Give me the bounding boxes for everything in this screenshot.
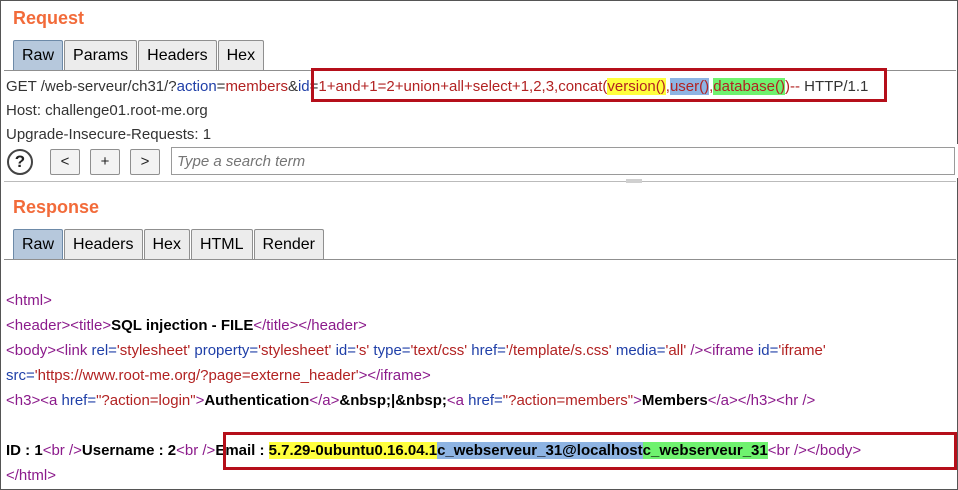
add-button[interactable]: + [90, 149, 120, 175]
html-attr: href= [61, 392, 97, 409]
splitter-grip-icon[interactable] [626, 179, 642, 183]
page-title-text: SQL injection - FILE [111, 317, 254, 334]
help-icon[interactable]: ? [7, 149, 33, 175]
html-value: 'text/css' [410, 342, 468, 359]
separator-text: &nbsp;|&nbsp; [339, 392, 447, 409]
request-tab-raw[interactable]: Raw [13, 40, 64, 70]
response-tabs: Raw Headers Hex HTML Render [13, 229, 325, 259]
response-title: Response [13, 197, 100, 217]
response-tab-hex[interactable]: Hex [143, 229, 190, 259]
response-tab-raw[interactable]: Raw [13, 229, 64, 259]
injection-highlight-box [311, 68, 887, 102]
username-text: Username : 2 [81, 442, 177, 459]
html-tag: </html> [6, 467, 57, 484]
html-attr: href= [467, 342, 506, 359]
auth-link-text: Authentication [204, 392, 310, 409]
request-title: Request [13, 8, 85, 28]
pane-splitter[interactable] [4, 181, 956, 182]
request-method: GET /web-serveur/ch31/? [6, 78, 177, 95]
response-line-2: <header><title>SQL injection - FILE</tit… [6, 313, 956, 338]
param-action-value: members [225, 78, 288, 95]
search-toolbar: ? < + > [1, 144, 958, 178]
search-input[interactable] [171, 147, 955, 175]
response-line-5: <h3><a href="?action=login">Authenticati… [6, 388, 956, 413]
request-tab-hex[interactable]: Hex [217, 40, 265, 70]
previous-button[interactable]: < [50, 149, 80, 175]
html-tag: </a> [309, 392, 340, 409]
html-attr: type= [369, 342, 411, 359]
response-tab-divider [4, 259, 956, 260]
id-text: ID : 1 [6, 442, 43, 459]
response-line-1: <html> [6, 288, 956, 313]
html-value: 'https://www.root-me.org/?page=externe_h… [34, 367, 359, 384]
html-attr: media= [611, 342, 666, 359]
html-value: 's' [356, 342, 370, 359]
html-tag: </a></h3><hr /> [707, 392, 816, 409]
request-tab-headers[interactable]: Headers [138, 40, 217, 70]
html-value: "?action=members" [502, 392, 634, 409]
response-line-4: src='https://www.root-me.org/?page=exter… [6, 363, 956, 388]
html-value: 'all' [665, 342, 687, 359]
param-action-name: action [176, 78, 217, 95]
html-attr: src= [6, 367, 35, 384]
html-attr: property= [190, 342, 259, 359]
html-tag: <html> [6, 292, 52, 309]
response-tab-render[interactable]: Render [253, 229, 324, 259]
next-button[interactable]: > [130, 149, 160, 175]
html-value: 'stylesheet' [116, 342, 191, 359]
response-tab-html[interactable]: HTML [190, 229, 253, 259]
html-attr: id= [331, 342, 357, 359]
html-attr: href= [468, 392, 503, 409]
html-tag: <a [446, 392, 469, 409]
html-tag: </title></header> [253, 317, 367, 334]
html-tag: <br /> [176, 442, 216, 459]
html-tag: <br /> [42, 442, 82, 459]
param-id-name: id [297, 78, 310, 95]
html-tag: > [633, 392, 642, 409]
html-tag: ></iframe> [358, 367, 431, 384]
result-highlight-box [223, 432, 957, 470]
request-tab-params[interactable]: Params [64, 40, 138, 70]
request-tabs: Raw Params Headers Hex [13, 40, 265, 70]
request-line-2: Host: challenge01.root-me.org [6, 102, 208, 119]
response-tab-headers[interactable]: Headers [64, 229, 143, 259]
html-tag: <body><link [6, 342, 92, 359]
html-value: "?action=login" [96, 392, 196, 409]
html-value: 'stylesheet' [258, 342, 332, 359]
html-value: 'iframe' [778, 342, 826, 359]
param-amp: & [287, 78, 298, 95]
html-tag: <h3><a [6, 392, 62, 409]
html-value: '/template/s.css' [505, 342, 612, 359]
html-tag: <header><title> [6, 317, 112, 334]
response-line-3: <body><link rel='stylesheet' property='s… [6, 338, 956, 363]
members-link-text: Members [641, 392, 708, 409]
html-attr: id= [757, 342, 779, 359]
html-tag: /><iframe [686, 342, 758, 359]
html-attr: rel= [91, 342, 117, 359]
